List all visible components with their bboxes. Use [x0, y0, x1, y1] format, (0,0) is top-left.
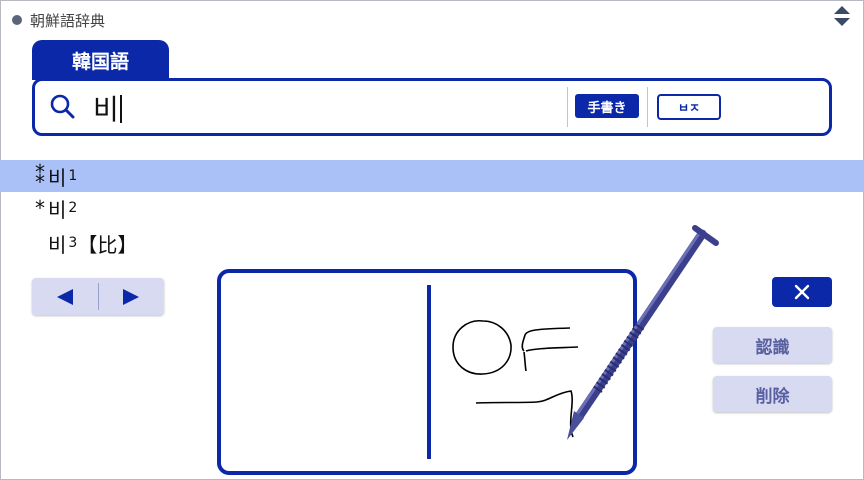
right-arrow-icon — [123, 288, 139, 305]
close-icon — [794, 284, 810, 300]
result-word: 비 — [48, 232, 67, 257]
delete-button[interactable]: 削除 — [713, 376, 832, 412]
close-button[interactable] — [772, 277, 832, 307]
result-item[interactable]: * 비2 — [0, 192, 864, 224]
result-number: 1 — [68, 168, 78, 184]
scroll-arrows-icon[interactable] — [834, 6, 850, 28]
text-caret — [119, 95, 122, 123]
tab-korean[interactable]: 韓国語 — [32, 40, 169, 80]
keyboard-input-button[interactable]: ㅂㅈ — [657, 94, 721, 120]
title-dot-icon — [12, 15, 22, 25]
result-mark: * — [35, 196, 45, 220]
scroll-up-icon[interactable] — [834, 6, 850, 14]
handwriting-strokes — [452, 320, 579, 438]
previous-button[interactable] — [32, 278, 98, 315]
page-navigation — [32, 278, 164, 315]
result-mark: ⁑ — [35, 164, 45, 188]
divider — [647, 87, 648, 127]
result-item[interactable]: 비 3 【比】 — [0, 227, 864, 259]
recognize-button[interactable]: 認識 — [713, 327, 832, 363]
handwriting-pad[interactable] — [217, 269, 637, 475]
result-item[interactable]: ⁑ 비1 — [0, 160, 864, 192]
result-number: 3 — [68, 235, 78, 251]
app-title: 朝鮮語辞典 — [30, 11, 106, 30]
result-number: 2 — [68, 200, 78, 216]
search-input[interactable]: 비 — [93, 88, 122, 128]
result-suffix: 【比】 — [77, 232, 138, 257]
left-arrow-icon — [57, 288, 73, 305]
title-bar: 朝鮮語辞典 — [12, 9, 105, 31]
search-icon — [50, 94, 75, 119]
result-word: 비 — [48, 197, 67, 222]
divider — [567, 87, 568, 127]
next-button[interactable] — [98, 278, 164, 315]
handwriting-button[interactable]: 手書き — [575, 94, 639, 118]
search-box[interactable]: 비 手書き ㅂㅈ — [32, 78, 832, 136]
scroll-down-icon[interactable] — [834, 18, 850, 26]
result-word: 비 — [48, 165, 67, 190]
